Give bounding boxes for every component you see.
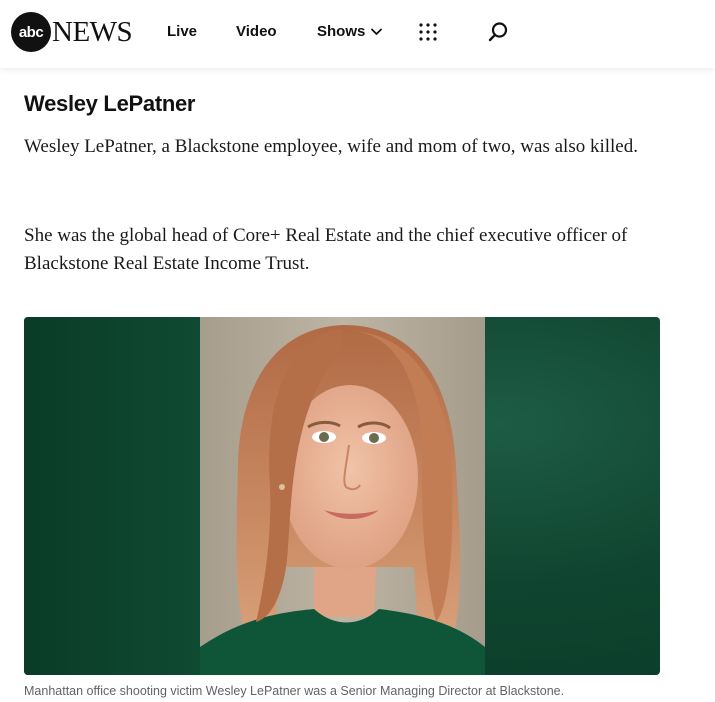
- abc-news-logo[interactable]: abc NEWS: [11, 12, 133, 52]
- nav-shows[interactable]: Shows: [317, 22, 383, 42]
- search-icon[interactable]: [487, 21, 509, 43]
- nav-live[interactable]: Live: [167, 22, 197, 42]
- nav-shows-label: Shows: [317, 23, 366, 40]
- abc-logo-circle: abc: [11, 12, 51, 52]
- site-header: abc NEWS Live Video Shows: [0, 0, 715, 68]
- article-photo[interactable]: [24, 317, 660, 675]
- abc-logo-text: abc: [18, 23, 44, 41]
- portrait-illustration: [24, 317, 485, 675]
- grid-menu-icon[interactable]: [419, 23, 437, 41]
- article-paragraph-2: She was the global head of Core+ Real Es…: [24, 225, 628, 274]
- photo-caption: Manhattan office shooting victim Wesley …: [24, 684, 565, 698]
- news-logo-text: NEWS: [52, 16, 133, 48]
- nav-video[interactable]: Video: [236, 22, 277, 42]
- section-heading: Wesley LePatner: [24, 91, 196, 116]
- chevron-down-icon: [371, 28, 383, 35]
- article-body: Wesley LePatner Wesley LePatner, a Black…: [24, 90, 664, 274]
- article-paragraph-1: Wesley LePatner, a Blackstone employee, …: [24, 136, 638, 157]
